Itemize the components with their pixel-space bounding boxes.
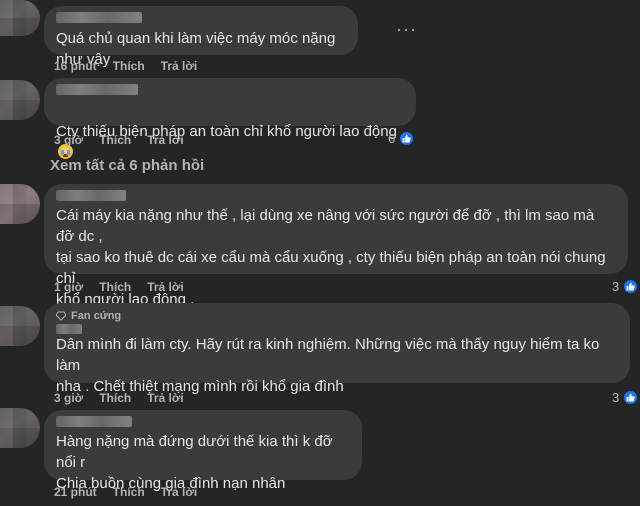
fan-badge-label: Fan cứng xyxy=(71,310,122,322)
comment-time[interactable]: 16 phút xyxy=(54,59,97,73)
comment-time[interactable]: 1 giờ xyxy=(54,280,83,294)
reply-button[interactable]: Trả lời xyxy=(147,391,184,405)
commenter-name[interactable] xyxy=(56,324,82,334)
commenter-name[interactable] xyxy=(56,190,126,201)
comment-bubble: Cty thiếu biện pháp an toàn chỉ khổ ngườ… xyxy=(44,78,416,159)
commenter-name[interactable] xyxy=(56,416,132,427)
avatar[interactable] xyxy=(0,80,40,120)
reaction-count: 6 xyxy=(388,131,396,146)
like-thumb-icon xyxy=(622,389,640,406)
comment-text: Cty thiếu biện pháp an toàn chỉ khổ ngườ… xyxy=(56,100,404,163)
comment-time[interactable]: 3 giờ xyxy=(54,391,83,405)
avatar[interactable] xyxy=(0,306,40,346)
like-button[interactable]: Thích xyxy=(113,485,145,499)
diamond-icon xyxy=(56,311,66,321)
reaction-count: 3 xyxy=(612,390,620,405)
commenter-name[interactable] xyxy=(56,12,142,23)
comment-bubble: Cái máy kia nặng như thế , lại dùng xe n… xyxy=(44,184,628,308)
like-button[interactable]: Thích xyxy=(99,133,131,147)
view-all-replies-link[interactable]: Xem tất cả 6 phản hồi xyxy=(50,157,204,174)
more-options-icon[interactable]: ··· xyxy=(396,19,417,40)
reaction-summary[interactable]: 3 xyxy=(612,389,640,406)
avatar[interactable] xyxy=(0,408,40,448)
commenter-name[interactable] xyxy=(56,84,138,95)
reaction-count: 3 xyxy=(612,279,620,294)
comment-meta: 3 giờ Thích Trả lời xyxy=(54,391,184,405)
comment-meta: 21 phút Thích Trả lời xyxy=(54,485,197,499)
reply-button[interactable]: Trả lời xyxy=(147,280,184,294)
reply-button[interactable]: Trả lời xyxy=(161,59,198,73)
like-thumb-icon xyxy=(622,278,640,295)
comment-bubble: Hàng nặng mà đứng dưới thế kia thì k đỡ … xyxy=(44,410,362,492)
like-button[interactable]: Thích xyxy=(99,391,131,405)
reaction-summary[interactable]: 3 xyxy=(612,278,640,295)
comment-text: Cái máy kia nặng như thế , lại dùng xe n… xyxy=(56,207,606,308)
comment-text: Dân mình đi làm cty. Hãy rút ra kinh ngh… xyxy=(56,336,600,395)
comment-bubble: Fan cứng Dân mình đi làm cty. Hãy rút ra… xyxy=(44,303,630,395)
comment-time[interactable]: 3 giờ xyxy=(54,133,83,147)
avatar[interactable] xyxy=(0,184,40,224)
avatar[interactable] xyxy=(0,0,40,36)
like-thumb-icon xyxy=(398,130,416,147)
like-button[interactable]: Thích xyxy=(99,280,131,294)
like-button[interactable]: Thích xyxy=(113,59,145,73)
reply-button[interactable]: Trả lời xyxy=(147,133,184,147)
comment-bubble: Quá chủ quan khi làm việc máy móc nặng n… xyxy=(44,6,358,68)
comment-meta: 16 phút Thích Trả lời xyxy=(54,59,197,73)
comment-meta: 1 giờ Thích Trả lời xyxy=(54,280,184,294)
reply-button[interactable]: Trả lời xyxy=(161,485,198,499)
comment-meta: 3 giờ Thích Trả lời xyxy=(54,133,184,147)
fan-badge: Fan cứng xyxy=(56,310,618,322)
comment-time[interactable]: 21 phút xyxy=(54,485,97,499)
reaction-summary[interactable]: 6 xyxy=(388,130,416,147)
